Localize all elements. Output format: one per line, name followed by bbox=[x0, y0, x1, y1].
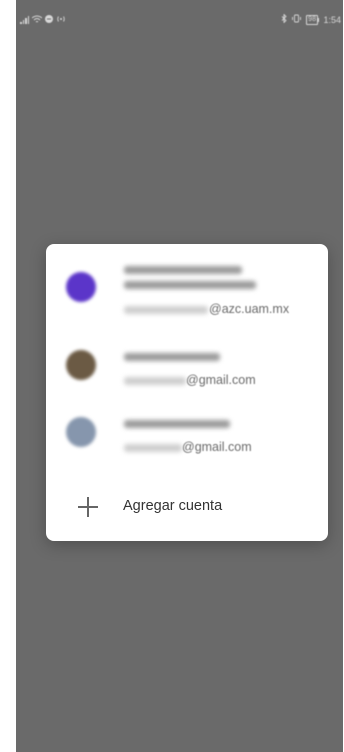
add-account-label: Agregar cuenta bbox=[123, 498, 223, 514]
bluetooth-icon bbox=[281, 13, 287, 25]
data-saver-icon bbox=[45, 15, 53, 25]
account-name-line-1 bbox=[124, 266, 242, 274]
screen: 98 1:54 @azc.uam.mx @gmail.com @gmail.co… bbox=[16, 0, 343, 752]
status-left bbox=[20, 15, 66, 25]
account-name bbox=[124, 420, 230, 428]
clock: 1:54 bbox=[323, 14, 341, 25]
vibrate-icon bbox=[291, 14, 302, 25]
email-username bbox=[124, 306, 208, 314]
wifi-icon bbox=[31, 15, 43, 25]
email-domain: @azc.uam.mx bbox=[209, 302, 290, 316]
account-name bbox=[124, 353, 220, 361]
avatar bbox=[66, 350, 96, 380]
avatar bbox=[66, 272, 96, 302]
status-right: 98 1:54 bbox=[281, 13, 341, 25]
avatar bbox=[66, 417, 96, 447]
battery-level: 98 bbox=[306, 14, 318, 25]
account-name-line-2 bbox=[124, 281, 256, 289]
email-username bbox=[124, 377, 186, 385]
email-username bbox=[124, 444, 182, 452]
hotspot-icon bbox=[56, 15, 66, 25]
add-account-button[interactable]: Agregar cuenta bbox=[46, 482, 328, 532]
email-domain: @gmail.com bbox=[186, 373, 256, 387]
battery-icon: 98 bbox=[306, 14, 320, 25]
signal-icon bbox=[20, 16, 29, 24]
account-item-2[interactable]: @gmail.com bbox=[46, 339, 328, 409]
status-bar: 98 1:54 bbox=[16, 0, 343, 30]
email-domain: @gmail.com bbox=[182, 440, 252, 454]
account-item-1[interactable]: @azc.uam.mx bbox=[46, 254, 328, 324]
plus-icon bbox=[78, 497, 98, 517]
account-item-3[interactable]: @gmail.com bbox=[46, 404, 328, 474]
choose-account-dialog: @azc.uam.mx @gmail.com @gmail.com Agrega… bbox=[46, 244, 328, 541]
